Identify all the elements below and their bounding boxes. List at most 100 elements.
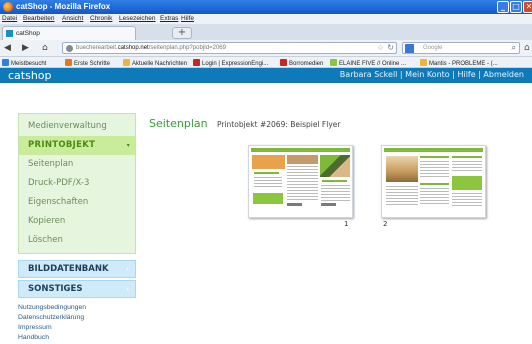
- nav-kopieren[interactable]: Kopieren: [19, 212, 135, 231]
- flyer-text-line: [420, 156, 449, 158]
- menu-lesezeichen[interactable]: Lesezeichen: [119, 15, 156, 22]
- bookmark-folder-icon: [2, 59, 9, 66]
- page-thumbnail-2[interactable]: [381, 145, 486, 218]
- flyer-header-band: [251, 148, 350, 152]
- search-bar[interactable]: Google ⌕: [402, 42, 520, 54]
- chevron-right-icon: ›: [126, 285, 129, 293]
- rss-icon: [123, 59, 130, 66]
- page-subtitle: Printobjekt #2069: Beispiel Flyer: [217, 120, 341, 129]
- page-content: Medienverwaltung PRINTOBJEKT ▾ Seitenpla…: [0, 83, 532, 344]
- menu-ansicht[interactable]: Ansicht: [62, 15, 83, 22]
- menu-datei[interactable]: Datei: [2, 15, 17, 22]
- flyer-green-box: [452, 176, 482, 190]
- flyer-text-line: [452, 156, 482, 158]
- link-datenschutz[interactable]: Datenschutzerklärung: [18, 313, 136, 323]
- url-bar[interactable]: buecherearbeit.catshop.net/seitenplan.ph…: [62, 42, 397, 54]
- nav-medienverwaltung[interactable]: Medienverwaltung: [19, 117, 135, 136]
- chevron-down-icon: ▾: [126, 142, 130, 149]
- borromedien-icon: [280, 59, 287, 66]
- flyer-text-line: [420, 183, 449, 185]
- bookmark-item[interactable]: Borromedien: [280, 59, 323, 67]
- flyer-text-block: [386, 186, 418, 206]
- bookmark-star-icon[interactable]: ☆: [377, 43, 384, 52]
- menu-bar: Datei Bearbeiten Ansicht Chronik Lesezei…: [0, 14, 532, 24]
- flyer-image: [252, 155, 285, 169]
- google-search-engine-icon[interactable]: [405, 44, 414, 53]
- flyer-photo: [320, 155, 350, 177]
- site-logo[interactable]: catshop: [8, 69, 52, 82]
- nav-printobjekt-label: PRINTOBJEKT: [28, 140, 96, 150]
- firefox-bookmark-icon: [65, 59, 72, 66]
- nav-sonstiges[interactable]: SONSTIGES ›: [18, 280, 136, 298]
- home-icon[interactable]: ⌂: [524, 43, 530, 53]
- printobjekt-nav: Medienverwaltung PRINTOBJEKT ▾ Seitenpla…: [18, 113, 136, 254]
- flyer-text-line: [322, 180, 347, 182]
- flyer-text-block: [420, 188, 449, 206]
- chevron-right-icon: ›: [126, 265, 129, 273]
- nav-bilddatenbank[interactable]: BILDDATENBANK ›: [18, 260, 136, 278]
- window-titlebar: catShop - Mozilla Firefox _ □ ✕: [0, 0, 532, 14]
- firefox-icon: [3, 2, 13, 12]
- menu-hilfe[interactable]: Hilfe: [181, 15, 194, 22]
- flyer-text-block: [452, 161, 482, 173]
- nav-sonstiges-label: SONSTIGES: [28, 284, 83, 294]
- back-icon[interactable]: ◀: [4, 43, 11, 53]
- menu-chronik[interactable]: Chronik: [90, 15, 112, 22]
- nav-seitenplan[interactable]: Seitenplan: [19, 155, 135, 174]
- reload-icon[interactable]: ↻: [387, 43, 394, 52]
- flyer-text-block: [287, 166, 318, 200]
- tab-catshop[interactable]: catShop: [2, 26, 136, 40]
- nav-printobjekt[interactable]: PRINTOBJEKT ▾: [19, 136, 135, 155]
- maximize-button[interactable]: □: [510, 1, 522, 13]
- flyer-header-band: [384, 148, 483, 152]
- flyer-text-line: [287, 203, 302, 206]
- bookmark-item[interactable]: Aktuelle Nachrichten: [123, 59, 187, 67]
- tab-strip: catShop +: [0, 24, 532, 40]
- minimize-button[interactable]: _: [497, 1, 509, 13]
- nav-eigenschaften[interactable]: Eigenschaften: [19, 193, 135, 212]
- page-number-2: 2: [383, 220, 388, 228]
- home-folder-icon[interactable]: ⌂: [42, 43, 48, 53]
- flyer-text-line: [321, 203, 336, 206]
- nav-loeschen[interactable]: Löschen: [19, 231, 135, 250]
- elaine-icon: [330, 59, 337, 66]
- flyer-text-block: [321, 185, 350, 201]
- page-thumbnail-1[interactable]: [248, 145, 353, 218]
- flyer-image: [287, 155, 318, 164]
- link-impressum[interactable]: Impressum: [18, 323, 136, 333]
- url-text: buecherearbeit.catshop.net/seitenplan.ph…: [76, 45, 226, 51]
- expressionengine-icon: [193, 59, 200, 66]
- new-tab-button[interactable]: +: [172, 27, 192, 39]
- menu-extras[interactable]: Extras: [160, 15, 178, 22]
- bookmark-item[interactable]: Erste Schritte: [65, 59, 110, 67]
- site-header: catshop Barbara Sckell | Mein Konto | Hi…: [0, 68, 532, 83]
- page-title: Seitenplan: [149, 117, 208, 130]
- sidebar: Medienverwaltung PRINTOBJEKT ▾ Seitenpla…: [18, 113, 136, 343]
- nav-bilddatenbank-label: BILDDATENBANK: [28, 264, 109, 274]
- search-placeholder: Google: [423, 45, 443, 51]
- flyer-green-box: [253, 193, 283, 204]
- navigation-bar: ◀ ▶ ⌂ buecherearbeit.catshop.net/seitenp…: [0, 40, 532, 57]
- site-identity-icon[interactable]: [66, 45, 73, 52]
- link-nutzungsbedingungen[interactable]: Nutzungsbedingungen: [18, 303, 136, 313]
- bookmark-item[interactable]: Mantis - PROBLEME - (...: [420, 59, 498, 67]
- bookmark-item[interactable]: Login | ExpressionEngi...: [193, 59, 268, 67]
- user-links[interactable]: Barbara Sckell | Mein Konto | Hilfe | Ab…: [340, 70, 524, 79]
- window-title: catShop - Mozilla Firefox: [16, 2, 111, 11]
- bookmark-item[interactable]: Meistbesucht: [2, 59, 46, 67]
- flyer-text-line: [254, 172, 279, 174]
- bookmark-item[interactable]: ELAINE FIVE // Online ...: [330, 59, 406, 67]
- link-handbuch[interactable]: Handbuch: [18, 333, 136, 343]
- bookmarks-toolbar: Meistbesucht Erste Schritte Aktuelle Nac…: [0, 57, 532, 68]
- catshop-favicon-icon: [6, 30, 13, 37]
- forward-icon[interactable]: ▶: [22, 43, 29, 53]
- tab-label: catShop: [16, 30, 40, 37]
- page-number-1: 1: [344, 220, 349, 228]
- flyer-photo: [386, 156, 418, 182]
- menu-bearbeiten[interactable]: Bearbeiten: [23, 15, 54, 22]
- nav-druck-pdf[interactable]: Druck-PDF/X-3: [19, 174, 135, 193]
- search-icon[interactable]: ⌕: [512, 43, 516, 53]
- secondary-nav: BILDDATENBANK › SONSTIGES ›: [18, 260, 136, 298]
- close-button[interactable]: ✕: [523, 1, 532, 13]
- rss-icon: [420, 59, 427, 66]
